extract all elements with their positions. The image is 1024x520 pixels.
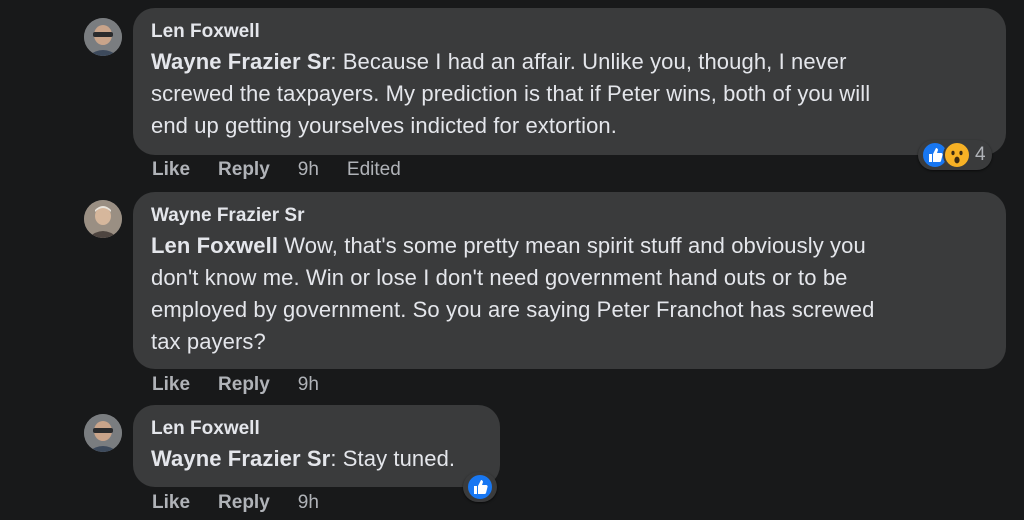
comment-bubble: Wayne Frazier Sr Len Foxwell Wow, that's… bbox=[133, 192, 1006, 369]
comment-author[interactable]: Wayne Frazier Sr bbox=[151, 204, 988, 228]
comment-author[interactable]: Len Foxwell bbox=[151, 417, 482, 441]
reactions-summary[interactable] bbox=[463, 472, 497, 502]
timestamp[interactable]: 9h bbox=[298, 374, 319, 396]
like-button[interactable]: Like bbox=[152, 492, 190, 514]
avatar-image bbox=[84, 18, 122, 56]
edited-label[interactable]: Edited bbox=[347, 159, 401, 181]
comment-bubble: Len Foxwell Wayne Frazier Sr: Stay tuned… bbox=[133, 405, 500, 487]
avatar[interactable] bbox=[84, 200, 122, 238]
timestamp[interactable]: 9h bbox=[298, 159, 319, 181]
comment-text: Wayne Frazier Sr: Stay tuned. bbox=[151, 446, 456, 471]
comment-actions: Like Reply 9h bbox=[152, 374, 347, 396]
reply-button[interactable]: Reply bbox=[218, 374, 270, 396]
avatar[interactable] bbox=[84, 18, 122, 56]
comment-text: Wayne Frazier Sr: Because I had an affai… bbox=[151, 49, 871, 138]
like-icon bbox=[466, 473, 494, 501]
avatar-image bbox=[84, 200, 122, 238]
mention-link[interactable]: Wayne Frazier Sr bbox=[151, 446, 330, 471]
comment-actions: Like Reply 9h Edited bbox=[152, 159, 401, 181]
wow-icon bbox=[943, 141, 971, 169]
timestamp[interactable]: 9h bbox=[298, 492, 319, 514]
comment-bubble: Len Foxwell Wayne Frazier Sr: Because I … bbox=[133, 8, 1006, 155]
reactions-summary[interactable]: 4 bbox=[918, 140, 992, 170]
reaction-count: 4 bbox=[975, 144, 986, 165]
like-button[interactable]: Like bbox=[152, 159, 190, 181]
avatar[interactable] bbox=[84, 414, 122, 452]
reply-button[interactable]: Reply bbox=[218, 492, 270, 514]
avatar-image bbox=[84, 414, 122, 452]
like-button[interactable]: Like bbox=[152, 374, 190, 396]
comment-actions: Like Reply 9h bbox=[152, 492, 347, 514]
mention-link[interactable]: Wayne Frazier Sr bbox=[151, 49, 330, 74]
reply-button[interactable]: Reply bbox=[218, 159, 270, 181]
comment-text: Len Foxwell Wow, that's some pretty mean… bbox=[151, 233, 875, 354]
mention-link[interactable]: Len Foxwell bbox=[151, 233, 278, 258]
comment-author[interactable]: Len Foxwell bbox=[151, 20, 988, 44]
